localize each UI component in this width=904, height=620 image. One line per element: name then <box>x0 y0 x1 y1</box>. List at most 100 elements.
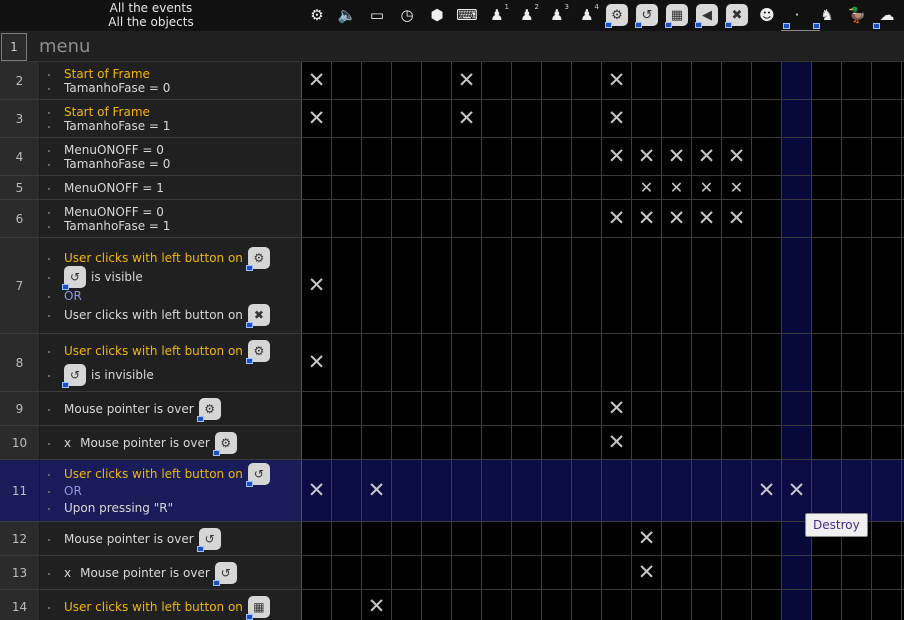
action-cell[interactable] <box>662 460 692 521</box>
action-cell[interactable] <box>362 100 392 137</box>
action-cell[interactable] <box>512 590 542 620</box>
action-cell[interactable] <box>722 62 752 99</box>
action-cell[interactable] <box>512 176 542 199</box>
event-number[interactable]: 9 <box>0 392 40 425</box>
action-cell[interactable] <box>482 176 512 199</box>
button-tools-icon[interactable]: ✖ <box>245 303 270 328</box>
action-cell[interactable] <box>452 238 482 333</box>
action-cell[interactable]: ✕ <box>662 138 692 175</box>
event-row[interactable]: 6 MenuONOFF = 0 TamanhoFase = 1 ✕ ✕ ✕ ✕ ✕ <box>0 200 904 238</box>
action-cell[interactable] <box>842 138 872 175</box>
action-cell[interactable] <box>662 100 692 137</box>
action-cell[interactable] <box>482 334 512 391</box>
action-cell[interactable] <box>422 176 452 199</box>
action-cell[interactable]: ✕ <box>602 138 632 175</box>
button-restart-icon[interactable]: ↺ <box>196 528 221 552</box>
action-cell[interactable] <box>452 460 482 521</box>
action-cell[interactable]: ✕ <box>692 200 722 237</box>
event-conditions[interactable]: Start of Frame TamanhoFase = 1 <box>40 100 302 137</box>
event-conditions[interactable]: Start of Frame TamanhoFase = 0 <box>40 62 302 99</box>
action-cell[interactable]: ✕ <box>632 200 662 237</box>
action-cell[interactable] <box>512 138 542 175</box>
event-conditions[interactable]: x Mouse pointer is over ↺ <box>40 556 302 589</box>
group-title[interactable]: menu <box>39 36 90 57</box>
action-cell[interactable] <box>542 556 572 589</box>
event-row[interactable]: 7 User clicks with left button on ⚙ ↺ is vis… <box>0 238 904 334</box>
action-cell[interactable] <box>392 590 422 620</box>
player-3-icon[interactable]: ♟ 3 <box>544 3 570 27</box>
action-cell[interactable] <box>662 62 692 99</box>
action-cell[interactable] <box>872 522 902 555</box>
action-cell[interactable] <box>392 392 422 425</box>
action-cell[interactable] <box>782 100 812 137</box>
action-cell[interactable] <box>872 200 902 237</box>
gears-icon[interactable]: ⚙ <box>304 3 330 27</box>
action-cell[interactable] <box>812 334 842 391</box>
action-cell[interactable]: ✕ <box>722 138 752 175</box>
condition-line[interactable]: User clicks with left button on ▦ <box>64 596 270 620</box>
action-cell[interactable] <box>362 426 392 459</box>
action-cell[interactable] <box>662 238 692 333</box>
action-cell[interactable] <box>362 334 392 391</box>
action-cell[interactable] <box>812 138 842 175</box>
action-cell[interactable] <box>572 334 602 391</box>
action-cell[interactable] <box>332 138 362 175</box>
button-sound-icon[interactable]: ◀ <box>695 4 718 28</box>
action-cell[interactable]: ✕ <box>362 590 392 620</box>
action-cell[interactable] <box>392 62 422 99</box>
action-cell[interactable] <box>752 334 782 391</box>
action-cell[interactable] <box>572 62 602 99</box>
action-cell[interactable] <box>572 590 602 620</box>
action-cell[interactable] <box>602 460 632 521</box>
action-cell[interactable] <box>842 556 872 589</box>
action-cell[interactable] <box>662 590 692 620</box>
condition-line[interactable]: x Mouse pointer is over ↺ <box>64 562 237 586</box>
event-row[interactable]: 11 User clicks with left button on ↺ OR Upon… <box>0 460 904 522</box>
action-cell[interactable] <box>722 426 752 459</box>
action-cell[interactable] <box>812 62 842 99</box>
action-cell[interactable] <box>512 392 542 425</box>
action-cell[interactable] <box>482 426 512 459</box>
all-objects-label[interactable]: All the objects <box>0 15 302 29</box>
creature-icon[interactable]: ☁ <box>873 3 900 29</box>
condition-line[interactable]: User clicks with left button on ↺ <box>64 463 270 487</box>
action-cell[interactable] <box>332 460 362 521</box>
event-row[interactable]: 12 Mouse pointer is over ↺ ✕ <box>0 522 904 556</box>
action-cell[interactable] <box>872 460 902 521</box>
action-cell[interactable] <box>632 460 662 521</box>
event-conditions[interactable]: User clicks with left button on ▦ <box>40 590 302 620</box>
speaker-icon[interactable]: 🔈 <box>334 3 360 27</box>
action-cell[interactable]: ✕ <box>662 200 692 237</box>
event-row[interactable]: 5 MenuONOFF = 1 ✕ ✕ ✕ ✕ <box>0 176 904 200</box>
event-row[interactable]: 4 MenuONOFF = 0 TamanhoFase = 0 ✕ ✕ ✕ ✕ ✕ <box>0 138 904 176</box>
duck-icon[interactable]: 🦆 <box>844 3 870 27</box>
action-cell[interactable]: ✕ <box>302 100 332 137</box>
action-cell[interactable] <box>812 426 842 459</box>
action-cell[interactable] <box>302 176 332 199</box>
condition-line[interactable]: Upon pressing "R" <box>64 500 173 516</box>
button-restart-icon[interactable]: ↺ <box>212 562 237 586</box>
action-cell[interactable] <box>542 100 572 137</box>
action-cell[interactable] <box>482 556 512 589</box>
action-cell[interactable] <box>842 176 872 199</box>
action-cell[interactable] <box>722 392 752 425</box>
event-number[interactable]: 3 <box>0 100 40 137</box>
action-cell[interactable] <box>482 392 512 425</box>
event-number[interactable]: 5 <box>0 176 40 199</box>
event-conditions[interactable]: Mouse pointer is over ⚙ <box>40 392 302 425</box>
action-cell[interactable] <box>362 522 392 555</box>
action-cell[interactable] <box>452 176 482 199</box>
action-cell[interactable] <box>332 200 362 237</box>
action-cell[interactable] <box>692 62 722 99</box>
event-conditions[interactable]: MenuONOFF = 0 TamanhoFase = 0 <box>40 138 302 175</box>
event-number[interactable]: 14 <box>0 590 40 620</box>
action-cell[interactable] <box>302 138 332 175</box>
event-number[interactable]: 8 <box>0 334 40 391</box>
action-cell[interactable] <box>782 392 812 425</box>
event-row[interactable]: 14 User clicks with left button on ▦ ✕ <box>0 590 904 620</box>
action-cell[interactable]: ✕ <box>692 138 722 175</box>
action-cell[interactable] <box>602 522 632 555</box>
action-cell[interactable] <box>842 62 872 99</box>
action-cell[interactable] <box>872 556 902 589</box>
action-cell[interactable] <box>782 176 812 199</box>
